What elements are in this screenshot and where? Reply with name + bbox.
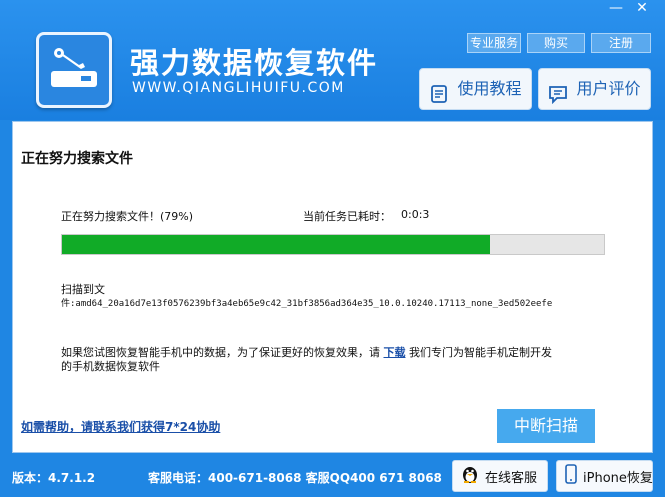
progress-fill [62, 235, 491, 254]
contact-text: 客服电话：400-671-8068 客服QQ400 671 8068 [148, 471, 442, 485]
document-icon [429, 79, 449, 103]
help-link[interactable]: 如需帮助，请联系我们获得7*24协助 [21, 418, 220, 435]
user-review-button[interactable]: 用户评价 [538, 68, 651, 110]
hard-drive-tool-icon [51, 48, 97, 87]
progress-bar [61, 234, 605, 255]
app-url: WWW.QIANGLIHUIFU.COM [132, 80, 345, 96]
title-bar: — ✕ 强力数据恢复软件 WWW.QIANGLIHUIFU.COM 专业服务 购… [0, 0, 665, 120]
online-service-button[interactable]: 在线客服 [452, 460, 548, 492]
tutorial-button[interactable]: 使用教程 [419, 68, 532, 110]
phone-icon [565, 464, 577, 488]
review-label: 用户评价 [576, 79, 641, 98]
iphone-recovery-label: iPhone恢复 [583, 470, 653, 486]
scanning-path: 件:amd64_20a16d7e13f0576239bf3a4eb65e9c42… [61, 299, 553, 309]
minimize-button[interactable]: — [604, 0, 628, 18]
stop-scan-button[interactable]: 中断扫描 [497, 409, 595, 443]
phone-note-line2: 的手机数据恢复软件 [61, 360, 160, 373]
app-logo [36, 32, 112, 108]
scanning-label: 扫描到文 [61, 283, 105, 296]
register-link[interactable]: 注册 [591, 33, 651, 53]
online-service-label: 在线客服 [485, 470, 538, 486]
tutorial-label: 使用教程 [457, 79, 522, 98]
scan-status-text: 正在努力搜索文件！(79%) [61, 210, 194, 223]
scan-panel: 正在努力搜索文件 正在努力搜索文件！(79%) 当前任务已耗时： 0:0:3 扫… [12, 121, 653, 453]
elapsed-value: 0:0:3 [401, 208, 430, 221]
comment-icon [548, 79, 568, 105]
elapsed-label: 当前任务已耗时： [303, 210, 391, 223]
download-link[interactable]: 下载 [384, 346, 406, 359]
phone-note-post: 我们专门为智能手机定制开发 [409, 346, 552, 359]
footer: 版本：4.7.1.2 客服电话：400-671-8068 客服QQ400 671… [0, 455, 665, 497]
penguin-icon [461, 464, 479, 488]
iphone-recovery-button[interactable]: iPhone恢复 [556, 460, 653, 492]
scan-title: 正在努力搜索文件 [21, 151, 133, 167]
version-text: 版本：4.7.1.2 [12, 471, 96, 485]
close-button[interactable]: ✕ [630, 0, 654, 18]
app-title: 强力数据恢复软件 [130, 46, 379, 80]
buy-link[interactable]: 购买 [527, 33, 585, 53]
pro-service-link[interactable]: 专业服务 [467, 33, 521, 53]
